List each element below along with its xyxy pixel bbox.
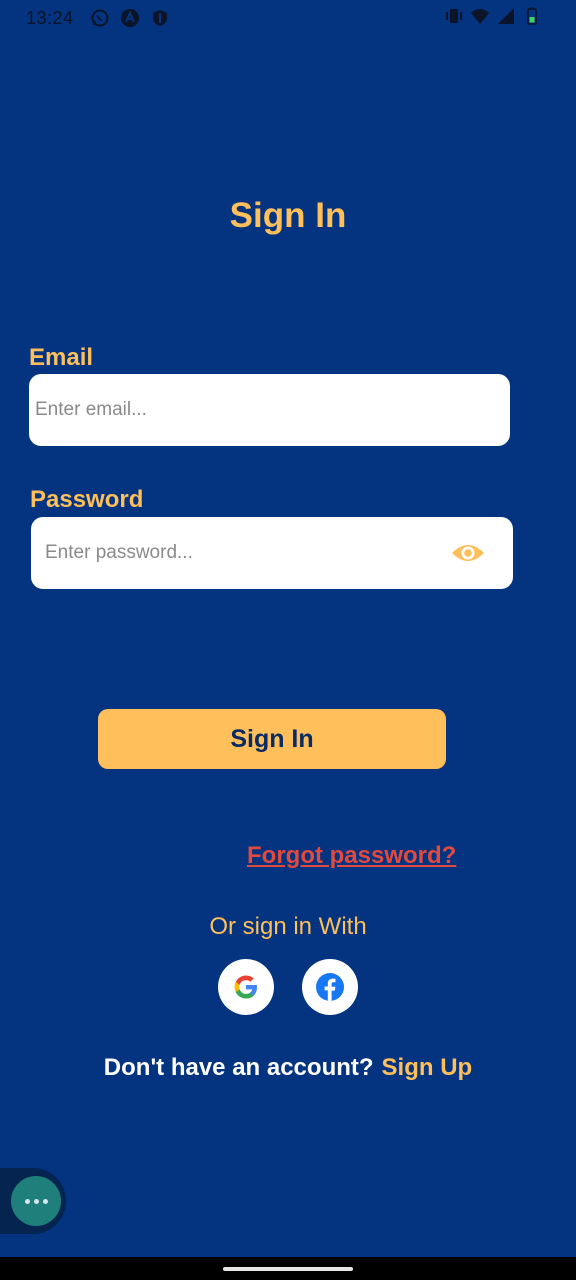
status-left-icons (90, 8, 170, 28)
navigation-bar (0, 1257, 576, 1280)
facebook-sign-in-button[interactable] (302, 959, 358, 1015)
home-gesture-handle[interactable] (223, 1266, 353, 1271)
social-sign-in-prompt: Or sign in With (209, 913, 367, 940)
page-title: Sign In (229, 196, 347, 235)
status-right-icons (444, 6, 542, 26)
status-time: 13:24 (26, 7, 74, 28)
battery-icon (527, 7, 537, 25)
email-label: Email (29, 344, 94, 371)
email-input[interactable] (35, 374, 510, 446)
status-bar: 13:24 (0, 0, 576, 36)
sign-up-prompt: Don't have an account? (103, 1054, 374, 1081)
password-field-box (31, 517, 513, 589)
wifi-icon (471, 9, 489, 24)
signal-icon (498, 8, 514, 24)
shield-icon (152, 10, 167, 26)
google-sign-in-button[interactable] (218, 959, 274, 1015)
a-logo-icon (120, 9, 139, 27)
floating-chat-bubble[interactable] (0, 1168, 66, 1234)
sign-in-screen: 13:24 Sign In Email Enter email... Passw… (0, 0, 576, 1280)
password-input[interactable] (45, 517, 443, 589)
forgot-password-link[interactable]: Forgot password? (247, 842, 456, 870)
email-field-box (29, 374, 510, 446)
vibrate-icon (446, 9, 462, 23)
facebook-icon (316, 973, 344, 1001)
sign-up-link[interactable]: Sign Up (382, 1054, 473, 1082)
sign-in-button[interactable]: Sign In (98, 709, 446, 769)
more-icon (11, 1176, 61, 1226)
sign-up-row: Don't have an account? Sign Up (0, 1054, 576, 1082)
whatsapp-icon (91, 9, 109, 27)
eye-icon[interactable] (451, 540, 485, 566)
google-icon (234, 975, 257, 999)
password-label: Password (30, 486, 144, 513)
